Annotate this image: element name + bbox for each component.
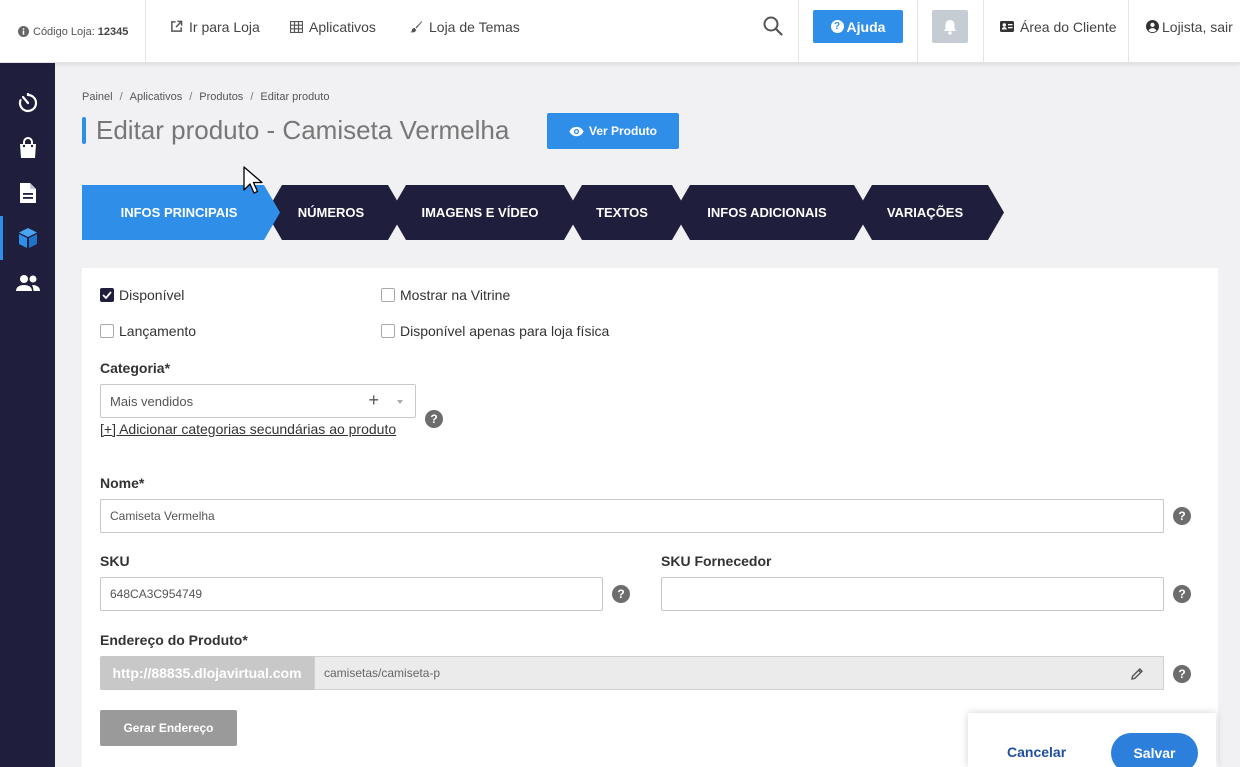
name-input[interactable]: Camiseta Vermelha bbox=[100, 499, 1164, 533]
check-icon bbox=[102, 291, 112, 299]
step-textos[interactable]: TEXTOS bbox=[578, 185, 666, 240]
apps-label: Aplicativos bbox=[309, 18, 376, 35]
step-navigation: INFOS PRINCIPAIS NÚMEROS IMAGENS E VÍDEO… bbox=[82, 185, 1004, 240]
themes-link[interactable]: Loja de Temas bbox=[410, 0, 520, 53]
notifications-button[interactable] bbox=[932, 10, 968, 43]
divider bbox=[798, 0, 799, 63]
sidebar-item-products[interactable] bbox=[0, 216, 55, 260]
grid-icon bbox=[290, 20, 303, 33]
help-button[interactable]: ? Ajuda bbox=[813, 10, 903, 43]
divider bbox=[145, 0, 146, 63]
chevron-down-icon[interactable] bbox=[397, 400, 403, 404]
product-url-label: Endereço do Produto* bbox=[100, 632, 248, 648]
checkbox-checked bbox=[100, 288, 114, 302]
sidebar-item-pages[interactable] bbox=[0, 171, 55, 215]
sidebar-item-customers[interactable] bbox=[0, 261, 55, 305]
step-imagens-video[interactable]: IMAGENS E VÍDEO bbox=[402, 185, 558, 240]
url-prefix: http://88835.dlojavirtual.com bbox=[100, 656, 314, 690]
category-label: Categoria* bbox=[100, 360, 171, 376]
question-icon: ? bbox=[830, 20, 844, 33]
title-accent-bar bbox=[82, 117, 86, 144]
document-icon bbox=[19, 183, 36, 203]
step-infos-adicionais[interactable]: INFOS ADICIONAIS bbox=[686, 185, 848, 240]
themes-label: Loja de Temas bbox=[429, 18, 520, 35]
product-url-value: camisetas/camiseta-p bbox=[324, 666, 441, 680]
help-icon[interactable]: ? bbox=[612, 585, 630, 603]
client-area-label: Área do Cliente bbox=[1020, 18, 1117, 35]
add-secondary-categories-link[interactable]: [+] Adicionar categorias secundárias ao … bbox=[100, 420, 400, 438]
checkbox-unchecked bbox=[100, 324, 114, 338]
cube-icon bbox=[18, 228, 37, 248]
generate-url-button[interactable]: Gerar Endereço bbox=[100, 710, 237, 746]
help-icon[interactable]: ? bbox=[425, 410, 443, 428]
breadcrumb: Painel / Aplicativos / Produtos / Editar produ… bbox=[82, 91, 330, 103]
name-label: Nome* bbox=[100, 475, 145, 491]
sidebar-item-dashboard[interactable] bbox=[0, 81, 55, 125]
launch-label: Lançamento bbox=[119, 323, 197, 339]
help-icon[interactable]: ? bbox=[1173, 507, 1191, 525]
sku-supplier-label: SKU Fornecedor bbox=[661, 553, 772, 569]
available-checkbox[interactable]: Disponível bbox=[100, 287, 184, 303]
store-code: Código Loja: 12345 bbox=[18, 0, 128, 63]
page-title: Editar produto - Camiseta Vermelha bbox=[96, 115, 510, 145]
view-product-label: Ver Produto bbox=[588, 124, 657, 138]
breadcrumb-item[interactable]: Aplicativos bbox=[130, 91, 183, 103]
dashboard-icon bbox=[18, 93, 37, 113]
step-variacoes[interactable]: VARIAÇÕES bbox=[868, 185, 982, 240]
store-code-label: Código Loja: bbox=[33, 25, 95, 38]
user-logout-link[interactable]: Lojista, sair bbox=[1146, 0, 1233, 53]
divider bbox=[983, 0, 984, 63]
physical-store-only-checkbox[interactable]: Disponível apenas para loja física bbox=[381, 323, 609, 339]
divider bbox=[1128, 0, 1129, 63]
brush-icon bbox=[410, 20, 423, 33]
user-logout-label: Lojista, sair bbox=[1162, 18, 1233, 35]
checkbox-unchecked bbox=[381, 288, 395, 302]
show-in-showcase-checkbox[interactable]: Mostrar na Vitrine bbox=[381, 287, 510, 303]
category-select[interactable]: Mais vendidos + bbox=[100, 384, 416, 418]
checkbox-unchecked bbox=[381, 324, 395, 338]
top-bar: Código Loja: 12345 Ir para Loja Aplicati… bbox=[0, 0, 1240, 63]
breadcrumb-item[interactable]: Painel bbox=[82, 91, 113, 103]
help-icon[interactable]: ? bbox=[1173, 585, 1191, 603]
divider bbox=[917, 0, 918, 63]
help-icon[interactable]: ? bbox=[1173, 665, 1191, 683]
cancel-button[interactable]: Cancelar bbox=[1007, 744, 1066, 760]
view-product-button[interactable]: Ver Produto bbox=[547, 113, 679, 149]
eye-icon bbox=[569, 126, 584, 136]
go-to-store-link[interactable]: Ir para Loja bbox=[170, 0, 260, 53]
bell-icon bbox=[944, 19, 956, 35]
sku-input[interactable]: 648CA3C954749 bbox=[100, 577, 603, 611]
sidebar-item-orders[interactable] bbox=[0, 126, 55, 170]
show-in-showcase-label: Mostrar na Vitrine bbox=[400, 287, 511, 303]
external-link-icon bbox=[171, 20, 183, 32]
breadcrumb-item[interactable]: Produtos bbox=[199, 91, 243, 103]
save-button[interactable]: Salvar bbox=[1111, 733, 1198, 767]
breadcrumb-item: Editar produto bbox=[260, 91, 330, 103]
apps-link[interactable]: Aplicativos bbox=[290, 0, 376, 53]
launch-checkbox[interactable]: Lançamento bbox=[100, 323, 196, 339]
user-circle-icon bbox=[1146, 20, 1159, 33]
help-label: Ajuda bbox=[846, 18, 886, 35]
mouse-cursor-icon bbox=[243, 166, 263, 194]
step-numeros[interactable]: NÚMEROS bbox=[280, 185, 382, 240]
available-label: Disponível bbox=[119, 287, 185, 303]
info-icon bbox=[18, 26, 29, 37]
go-to-store-label: Ir para Loja bbox=[189, 18, 260, 35]
client-area-link[interactable]: Área do Cliente bbox=[1000, 0, 1117, 53]
pencil-icon[interactable] bbox=[1130, 667, 1144, 681]
physical-store-only-label: Disponível apenas para loja física bbox=[400, 323, 610, 339]
sidebar bbox=[0, 63, 55, 767]
store-code-value: 12345 bbox=[97, 25, 129, 38]
sku-label: SKU bbox=[100, 553, 130, 569]
shopping-bag-icon bbox=[19, 137, 36, 158]
product-url-input[interactable]: camisetas/camiseta-p bbox=[314, 656, 1164, 690]
category-value: Mais vendidos bbox=[110, 393, 194, 409]
sku-supplier-input[interactable] bbox=[661, 577, 1164, 611]
id-card-icon bbox=[1000, 21, 1014, 32]
plus-icon[interactable]: + bbox=[368, 390, 379, 411]
search-icon[interactable] bbox=[762, 15, 786, 39]
users-icon bbox=[15, 275, 40, 291]
